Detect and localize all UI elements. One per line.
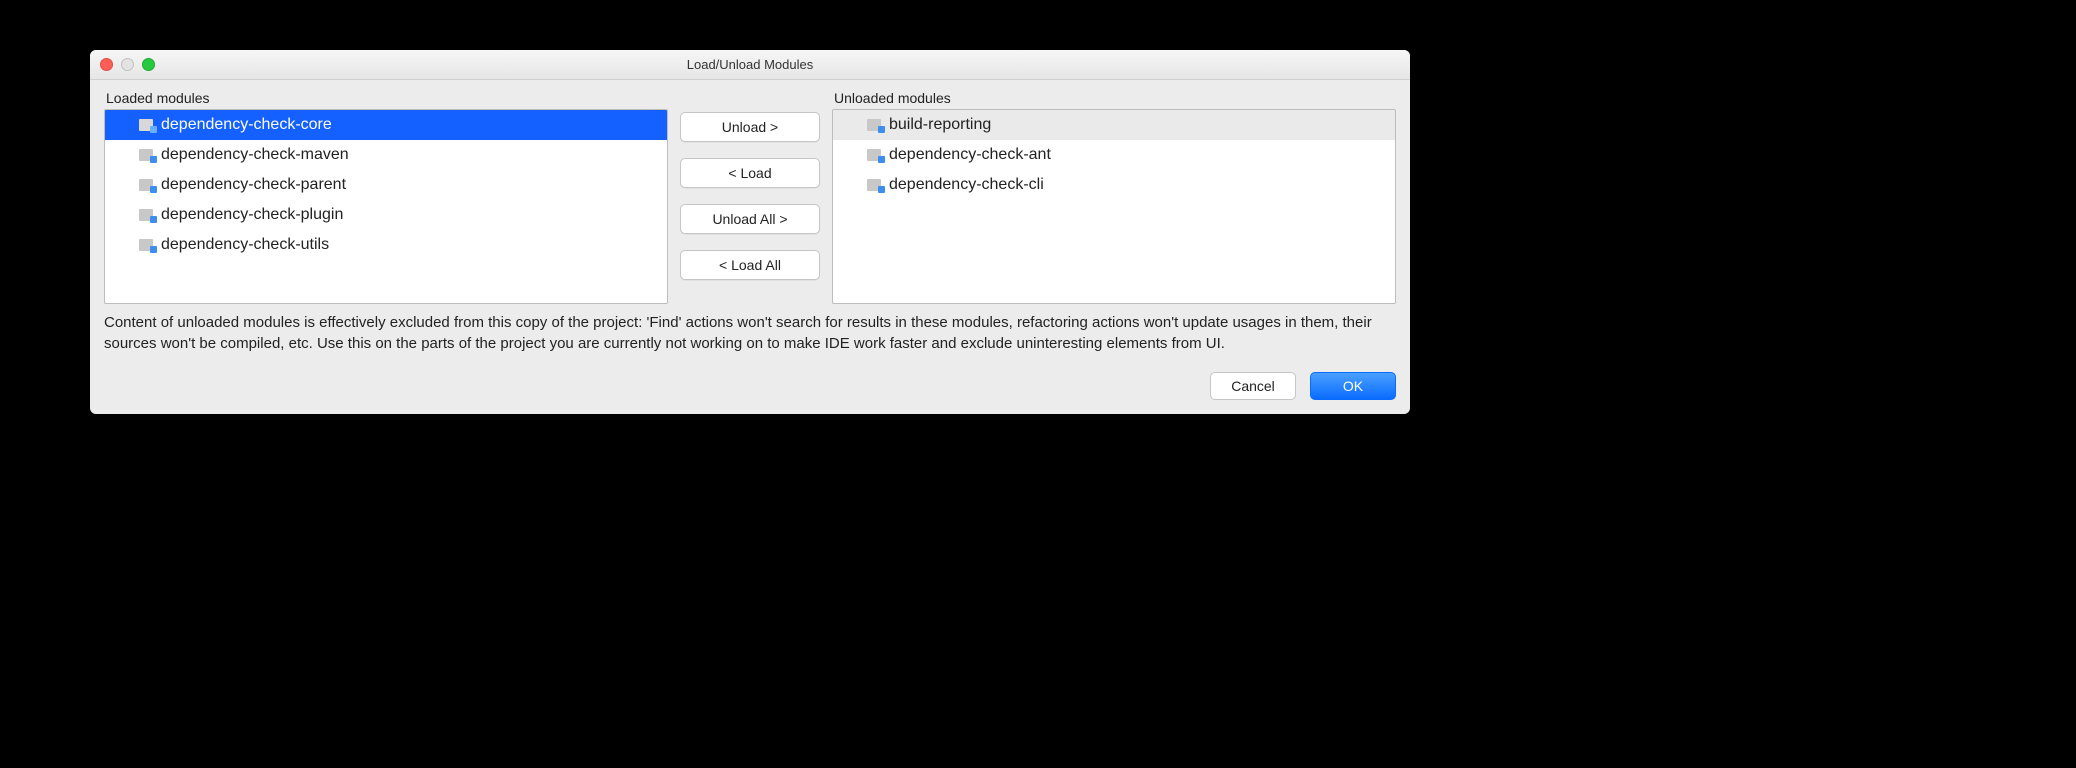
list-item[interactable]: dependency-check-cli bbox=[833, 170, 1395, 200]
module-folder-icon bbox=[139, 119, 155, 131]
dialog-footer: Cancel OK bbox=[104, 372, 1396, 400]
list-item[interactable]: dependency-check-parent bbox=[105, 170, 667, 200]
module-name: dependency-check-plugin bbox=[161, 206, 343, 224]
loaded-label: Loaded modules bbox=[106, 90, 668, 106]
description-text: Content of unloaded modules is effective… bbox=[104, 312, 1396, 354]
module-name: dependency-check-parent bbox=[161, 176, 346, 194]
module-folder-icon bbox=[867, 119, 883, 131]
list-item[interactable]: dependency-check-maven bbox=[105, 140, 667, 170]
list-item[interactable]: dependency-check-core bbox=[105, 110, 667, 140]
list-item[interactable]: dependency-check-utils bbox=[105, 230, 667, 260]
load-button[interactable]: < Load bbox=[680, 158, 820, 188]
minimize-window-button[interactable] bbox=[121, 58, 134, 71]
window-title: Load/Unload Modules bbox=[687, 57, 813, 72]
zoom-window-button[interactable] bbox=[142, 58, 155, 71]
list-item[interactable]: dependency-check-plugin bbox=[105, 200, 667, 230]
loaded-column: Loaded modules dependency-check-core dep… bbox=[104, 90, 668, 304]
module-folder-icon bbox=[139, 239, 155, 251]
unloaded-label: Unloaded modules bbox=[834, 90, 1396, 106]
unload-all-button[interactable]: Unload All > bbox=[680, 204, 820, 234]
dialog-content: Loaded modules dependency-check-core dep… bbox=[90, 80, 1410, 414]
list-item[interactable]: build-reporting bbox=[833, 110, 1395, 140]
window-controls bbox=[100, 58, 155, 71]
unloaded-column: Unloaded modules build-reporting depende… bbox=[832, 90, 1396, 304]
load-unload-modules-dialog: Load/Unload Modules Loaded modules depen… bbox=[90, 50, 1410, 414]
module-name: dependency-check-maven bbox=[161, 146, 349, 164]
cancel-button[interactable]: Cancel bbox=[1210, 372, 1296, 400]
unloaded-modules-list[interactable]: build-reporting dependency-check-ant dep… bbox=[832, 109, 1396, 304]
module-name: dependency-check-ant bbox=[889, 146, 1051, 164]
module-folder-icon bbox=[867, 179, 883, 191]
loaded-modules-list[interactable]: dependency-check-core dependency-check-m… bbox=[104, 109, 668, 304]
transfer-buttons: Unload > < Load Unload All > < Load All bbox=[680, 90, 820, 304]
module-name: build-reporting bbox=[889, 116, 991, 134]
titlebar: Load/Unload Modules bbox=[90, 50, 1410, 80]
load-all-button[interactable]: < Load All bbox=[680, 250, 820, 280]
close-window-button[interactable] bbox=[100, 58, 113, 71]
module-folder-icon bbox=[867, 149, 883, 161]
unload-button[interactable]: Unload > bbox=[680, 112, 820, 142]
module-name: dependency-check-core bbox=[161, 116, 332, 134]
module-folder-icon bbox=[139, 149, 155, 161]
list-item[interactable]: dependency-check-ant bbox=[833, 140, 1395, 170]
ok-button[interactable]: OK bbox=[1310, 372, 1396, 400]
module-folder-icon bbox=[139, 209, 155, 221]
module-name: dependency-check-utils bbox=[161, 236, 329, 254]
module-name: dependency-check-cli bbox=[889, 176, 1044, 194]
module-folder-icon bbox=[139, 179, 155, 191]
